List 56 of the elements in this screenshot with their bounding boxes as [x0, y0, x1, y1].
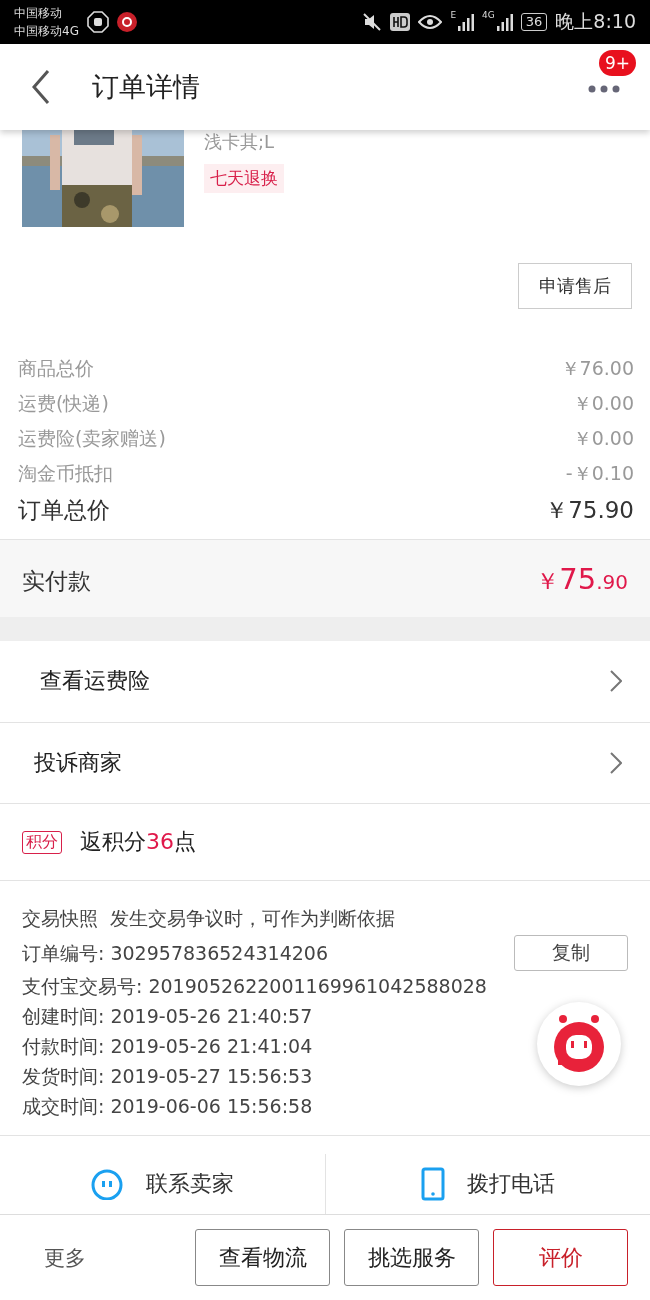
- chat-icon: [90, 1168, 125, 1200]
- product-sku: 浅卡其;L: [204, 130, 275, 154]
- action-button[interactable]: 评价: [493, 1229, 628, 1286]
- order-total-label: 订单总价: [18, 496, 110, 525]
- cost-value: -￥0.10: [565, 461, 634, 486]
- menu-label: 投诉商家: [34, 748, 122, 777]
- order-field: 创建时间: 2019-05-26 21:40:57: [22, 1001, 313, 1031]
- page-title: 订单详情: [92, 70, 200, 104]
- order-field: 发货时间: 2019-05-27 15:56:53: [22, 1061, 313, 1091]
- order-field: 支付宝交易号: 2019052622001169961042588028: [22, 971, 487, 1001]
- action-button[interactable]: 查看物流: [195, 1229, 330, 1286]
- more-link[interactable]: 更多: [44, 1243, 86, 1272]
- notification-badge: 9+: [598, 49, 636, 76]
- paid-label: 实付款: [22, 567, 91, 596]
- menu-row[interactable]: 查看运费险: [0, 641, 650, 723]
- order-total-value: ￥75.90: [545, 496, 634, 525]
- paid-amount-decimals: .90: [596, 570, 628, 594]
- points-tag: 积分: [22, 830, 62, 854]
- signal-icon: [458, 13, 475, 31]
- back-icon[interactable]: [30, 69, 52, 105]
- battery-level: 36: [520, 13, 548, 31]
- carrier-name: 中国移动4G: [14, 23, 79, 40]
- cost-value: ￥0.00: [572, 426, 634, 451]
- eye-icon: [418, 14, 443, 30]
- action-button[interactable]: 挑选服务: [344, 1229, 479, 1286]
- order-field: 订单编号: 302957836524314206: [22, 938, 329, 968]
- points-text: 返积分36点: [80, 828, 196, 857]
- cost-value: ￥0.00: [572, 391, 634, 416]
- cost-label: 运费险(卖家赠送): [18, 426, 166, 451]
- cost-label: 商品总价: [18, 356, 94, 381]
- carrier-name: 中国移动: [14, 5, 63, 22]
- more-icon[interactable]: [588, 84, 620, 93]
- network-type: 4G: [482, 10, 495, 20]
- mute-icon: [362, 12, 383, 32]
- menu-row[interactable]: 投诉商家: [0, 722, 650, 805]
- menu-label: 查看运费险: [40, 667, 150, 696]
- order-field: 成交时间: 2019-06-06 15:56:58: [22, 1091, 313, 1121]
- chevron-icon: [610, 751, 622, 774]
- phone-icon: [420, 1167, 445, 1201]
- after-sale-button[interactable]: 申请售后: [518, 263, 632, 309]
- cost-value: ￥76.00: [560, 356, 634, 381]
- network-type: E: [450, 10, 457, 20]
- cost-label: 淘金币抵扣: [18, 461, 113, 486]
- currency-symbol: ￥: [536, 567, 560, 596]
- cost-label: 运费(快递): [18, 391, 109, 416]
- chevron-icon: [610, 670, 622, 693]
- copy-button[interactable]: 复制: [514, 935, 628, 971]
- order-field: 付款时间: 2019-05-26 21:41:04: [22, 1031, 313, 1061]
- snapshot-note: 交易快照 发生交易争议时，可作为判断依据: [22, 906, 397, 931]
- return-policy-tag: 七天退换: [204, 164, 284, 193]
- contact-button[interactable]: 联系卖家: [0, 1154, 325, 1214]
- hd-icon: [390, 13, 411, 31]
- paid-amount: 75: [559, 562, 597, 596]
- clock: 晚上8:10: [555, 9, 636, 34]
- signal-icon: [496, 13, 513, 31]
- app-icon: [116, 12, 137, 32]
